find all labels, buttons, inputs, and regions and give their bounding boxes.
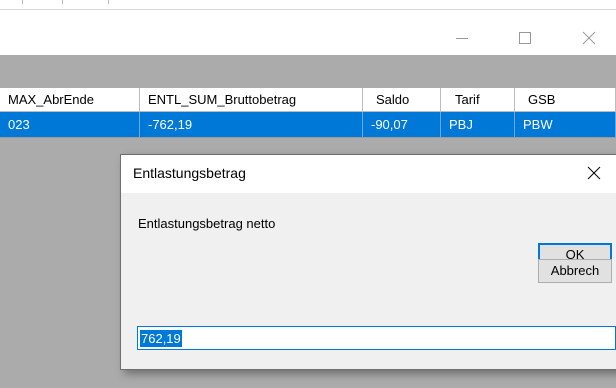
column-header-gsb[interactable]: GSB [515, 88, 616, 112]
column-header-entl-sum-bruttobetrag[interactable]: ENTL_SUM_Bruttobetrag [140, 88, 363, 112]
table-cell[interactable]: PBW [515, 112, 616, 137]
edge-tick [108, 0, 109, 4]
minimize-button[interactable] [439, 22, 485, 54]
table-cell[interactable]: PBJ [441, 112, 515, 137]
dialog-titlebar: Entlastungsbetrag [121, 155, 616, 193]
window-titlebar [0, 11, 616, 55]
minimize-icon [456, 32, 468, 44]
table-cell[interactable]: 023 [0, 112, 140, 137]
column-header-tarif[interactable]: Tarif [441, 88, 515, 112]
edge-tick [62, 0, 63, 4]
dialog-title: Entlastungsbetrag [133, 165, 246, 181]
column-header-max-abrende[interactable]: MAX_AbrEnde [0, 88, 140, 112]
maximize-icon [519, 32, 531, 44]
input-dialog: Entlastungsbetrag Entlastungsbetrag nett… [120, 154, 616, 370]
close-icon [582, 31, 596, 45]
column-header-saldo[interactable]: Saldo [363, 88, 441, 112]
selected-text: 762,19 [140, 330, 182, 347]
table-cell[interactable]: -762,19 [140, 112, 363, 137]
edge-tick [22, 0, 23, 4]
maximize-button[interactable] [502, 22, 548, 54]
parent-window-edge [0, 0, 616, 10]
row-divider [0, 137, 616, 138]
dialog-close-button[interactable] [581, 161, 607, 187]
cancel-button[interactable]: Abbrech [538, 259, 612, 283]
close-icon [587, 166, 601, 183]
dialog-prompt: Entlastungsbetrag netto [138, 216, 276, 231]
close-button[interactable] [566, 22, 612, 54]
amount-input[interactable]: 762,19 [137, 326, 616, 350]
table-cell[interactable]: -90,07 [363, 112, 441, 137]
